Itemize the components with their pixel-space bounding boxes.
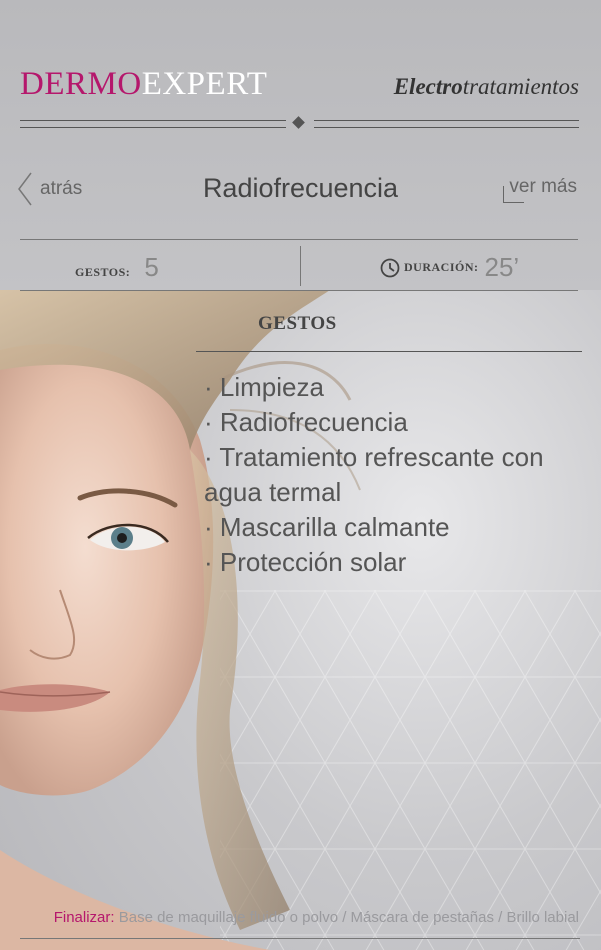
duration-stat-label: DURACIÓN: <box>404 260 479 274</box>
stats-top-divider <box>20 239 578 240</box>
duration-stat: DURACIÓN: 25’ <box>380 252 519 283</box>
finalize-note: Finalizar: Base de maquillaje fluido o p… <box>0 909 579 926</box>
header-divider-right <box>314 120 579 128</box>
gestos-list: · Limpieza · Radiofrecuencia · Tratamien… <box>204 370 544 580</box>
footer-divider <box>20 938 580 939</box>
header-divider-left <box>20 120 286 128</box>
finalize-label: Finalizar: <box>53 909 115 926</box>
duration-stat-value: 25’ <box>484 252 520 282</box>
list-item: · Radiofrecuencia <box>204 407 408 437</box>
stats-separator <box>300 246 301 286</box>
list-item: · Tratamiento refrescante con agua terma… <box>204 442 544 507</box>
gestos-stat-value: 5 <box>144 252 159 282</box>
list-item: · Mascarilla calmante <box>204 512 450 542</box>
section-title: Electrotratamientos <box>394 74 579 100</box>
section-title-bold: Electro <box>393 74 463 99</box>
section-title-rest: tratamientos <box>462 74 579 99</box>
gestos-stat: GESTOS: 5 <box>75 252 159 283</box>
corner-bracket-icon <box>503 186 525 203</box>
brand-logo-part1: DERMO <box>20 66 142 102</box>
see-more-button[interactable]: ver más <box>503 176 577 203</box>
gestos-heading: GESTOS <box>258 313 337 334</box>
stats-bottom-divider <box>20 290 578 291</box>
gestos-divider <box>196 351 582 352</box>
finalize-text: Base de maquillaje fluido o polvo / Másc… <box>118 909 579 926</box>
brand-logo-part2: EXPERT <box>141 66 268 102</box>
list-item: · Limpieza <box>204 372 324 402</box>
clock-icon <box>380 258 400 277</box>
gestos-stat-label: GESTOS: <box>75 265 131 279</box>
list-item: · Protección solar <box>204 547 407 577</box>
brand-logo: DERMOEXPERT <box>20 66 267 103</box>
